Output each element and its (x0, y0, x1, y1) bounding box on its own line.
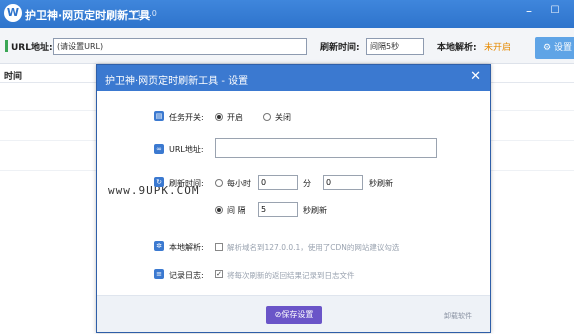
interval-input[interactable]: 5 (258, 202, 298, 217)
local-resolve-text: 解析域名到127.0.0.1，使用了CDN的网站建议勾选 (227, 243, 400, 252)
settings-button-label: 设置 (553, 43, 572, 53)
local-resolve-checkbox[interactable] (215, 243, 223, 251)
minute-unit: 分 (303, 179, 311, 188)
settings-dialog: 护卫神·网页定时刷新工具 - 设置 ✕ ▤ 任务开关: 开启 关闭 ∞ URL地… (96, 64, 491, 333)
settings-button[interactable]: ⚙ 设置 (535, 37, 574, 59)
log-icon: ≡ (154, 269, 164, 279)
hourly-second-input[interactable]: 0 (323, 175, 363, 190)
dialog-titlebar: 护卫神·网页定时刷新工具 - 设置 ✕ (97, 65, 490, 91)
app-version: V1.0.0 (131, 9, 157, 18)
dialog-log-label: 记录日志: (169, 271, 204, 280)
task-switch-label: 任务开关: (169, 113, 204, 122)
url-display-field[interactable]: (请设置URL) (53, 38, 307, 55)
gear-icon: ⚙ (543, 43, 554, 53)
hourly-radio[interactable] (215, 179, 223, 187)
task-off-radio[interactable] (263, 113, 271, 121)
log-text: 将每次刷新的返回结果记录到日志文件 (227, 271, 355, 280)
interval-label: 间 隔 (227, 206, 246, 215)
dialog-body: ▤ 任务开关: 开启 关闭 ∞ URL地址: www.9UPK.COM ↻ 刷新… (97, 91, 490, 295)
refresh-icon: ↻ (154, 177, 164, 187)
task-on-radio[interactable] (215, 113, 223, 121)
dialog-refresh-label: 刷新时间: (169, 179, 204, 188)
title-bar: W 护卫神·网页定时刷新工具 V1.0.0 – ☐ (0, 0, 574, 28)
task-off-label: 关闭 (275, 113, 291, 122)
dialog-local-resolve-label: 本地解析: (169, 243, 204, 252)
dialog-url-input[interactable] (215, 138, 437, 158)
gear-icon: ✲ (154, 241, 164, 251)
minimize-button[interactable]: – (516, 0, 542, 22)
save-settings-label: 保存设置 (281, 310, 314, 319)
dialog-close-icon[interactable]: ✕ (470, 69, 481, 84)
hourly-label: 每小时 (227, 179, 251, 188)
dialog-footer: ⊘保存设置 卸载软件 (97, 295, 490, 332)
col-time-header: 时间 (4, 72, 23, 82)
url-label: URL地址: (11, 43, 53, 53)
log-checkbox[interactable]: ✓ (215, 270, 223, 278)
hourly-minute-input[interactable]: 0 (258, 175, 298, 190)
uninstall-link[interactable]: 卸载软件 (444, 311, 472, 321)
link-icon: ∞ (154, 144, 164, 154)
interval-unit: 秒刷新 (303, 206, 327, 215)
local-resolve-label: 本地解析: (437, 43, 477, 53)
refresh-time-label: 刷新时间: (320, 43, 360, 53)
toolbar: URL地址: (请设置URL) 刷新时间: 间隔5秒 本地解析: 未开启 (0, 28, 574, 64)
save-settings-button[interactable]: ⊘保存设置 (266, 306, 322, 324)
interval-radio[interactable] (215, 206, 223, 214)
shield-logo-icon: W (4, 4, 22, 22)
dialog-url-label: URL地址: (169, 145, 204, 154)
refresh-time-field[interactable]: 间隔5秒 (366, 38, 424, 55)
task-on-label: 开启 (227, 113, 243, 122)
maximize-button[interactable]: ☐ (542, 0, 568, 22)
dialog-title: 护卫神·网页定时刷新工具 - 设置 (105, 76, 249, 87)
task-switch-icon: ▤ (154, 111, 164, 121)
local-resolve-status: 未开启 (484, 43, 512, 53)
second-unit: 秒刷新 (369, 179, 393, 188)
accent-mark (5, 40, 8, 52)
